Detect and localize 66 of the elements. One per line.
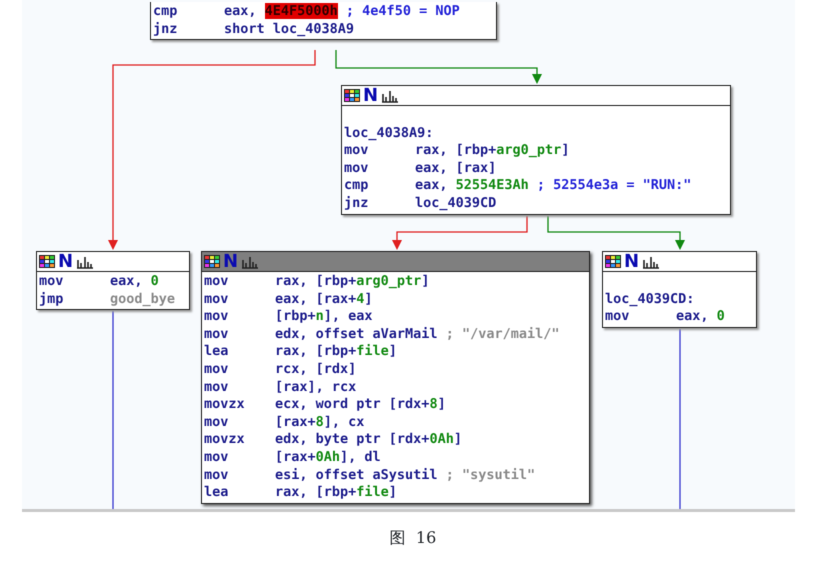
node-type-icon[interactable]: N <box>58 252 74 270</box>
figure-caption: 图 16 <box>388 527 438 549</box>
mnemonic: movzx <box>204 396 246 414</box>
comment: ; 52554e3a = "RUN:" <box>536 177 692 195</box>
operand: [rax+0Ah], dl <box>275 448 381 467</box>
mnemonic: mov <box>204 448 230 467</box>
mnemonic: lea <box>204 484 230 502</box>
comment: ; "/var/mail/" <box>446 326 560 344</box>
mnemonic: mov <box>204 378 230 396</box>
comment: ; 4e4f50 = NOP <box>346 3 460 21</box>
mnemonic: movzx <box>204 431 246 449</box>
mnemonic: mov <box>204 466 230 484</box>
code-block[interactable]: N loc_4039CD: mov eax, 0 <box>602 251 757 328</box>
operand: loc_4039CD <box>415 194 496 213</box>
operand: eax, 52554E3Ah <box>415 177 529 195</box>
operand: rax, [rbp+file] <box>275 484 397 502</box>
mnemonic: mov <box>204 273 230 291</box>
operand: [rax+8], cx <box>275 414 364 432</box>
operand: rax, [rbp+arg0_ptr] <box>415 142 570 160</box>
code-block[interactable]: N loc_4038A9: mov rax, [rbp+arg0_ptr] mov eax, [rax] cmp eax, 52554E3Ah ; 52554e3a = "RUN:" jnz loc_4039CD <box>341 85 731 215</box>
color-grid-icon[interactable] <box>39 255 55 268</box>
operand: [rax], rcx <box>275 378 356 396</box>
mnemonic: mov <box>204 326 230 344</box>
color-grid-icon[interactable] <box>204 255 220 268</box>
operand: eax, 0 <box>110 273 159 291</box>
graph-overview-icon[interactable] <box>76 254 94 268</box>
mnemonic: lea <box>204 343 230 361</box>
operand: [rbp+n], eax <box>275 308 373 326</box>
graph-overview-icon[interactable] <box>642 254 660 268</box>
code-block[interactable]: cmp eax, 4E4F5000h ; 4e4f50 = NOP jnz short loc_4038A9 <box>150 2 497 40</box>
operand: eax, 0 <box>676 308 725 326</box>
operand: esi, offset aSysutil <box>275 466 438 484</box>
mnemonic: mov <box>204 360 230 379</box>
operand: eax, [rax+4] <box>275 290 373 308</box>
mnemonic: cmp <box>344 177 370 195</box>
location-label: loc_4038A9: <box>344 124 434 142</box>
mnemonic: mov <box>344 142 370 160</box>
mnemonic: mov <box>605 308 630 326</box>
operand: eax, [rax] <box>415 160 496 178</box>
operand: good_bye <box>110 290 176 308</box>
operand: edx, offset aVarMail <box>275 326 438 344</box>
mnemonic: mov <box>204 308 230 326</box>
mnemonic: mov <box>204 290 230 308</box>
mnemonic: cmp <box>153 3 178 21</box>
mnemonic: mov <box>344 160 370 178</box>
mnemonic: jmp <box>39 290 64 308</box>
comment: ; "sysutil" <box>446 466 536 484</box>
operand: eax, 4E4F5000h <box>224 3 338 21</box>
color-grid-icon[interactable] <box>344 89 360 102</box>
mnemonic: jnz <box>153 20 178 38</box>
color-grid-icon[interactable] <box>605 255 621 268</box>
operand: ecx, word ptr [rdx+8] <box>275 396 446 414</box>
operand: edx, byte ptr [rdx+0Ah] <box>275 431 462 449</box>
mnemonic: jnz <box>344 194 370 213</box>
code-block[interactable]: N mov eax, 0 jmp good_bye <box>36 251 190 310</box>
graph-overview-icon[interactable] <box>381 88 400 102</box>
operand: rax, [rbp+arg0_ptr] <box>275 273 430 291</box>
operand: rax, [rbp+file] <box>275 343 397 361</box>
code-block[interactable] <box>201 251 590 504</box>
mnemonic: mov <box>204 414 230 432</box>
operand: rcx, [rdx] <box>275 360 356 379</box>
node-type-icon[interactable]: N <box>363 86 378 104</box>
location-label: loc_4039CD: <box>605 290 696 308</box>
mnemonic: mov <box>39 273 64 291</box>
operand: short loc_4038A9 <box>224 20 354 38</box>
node-type-icon[interactable]: N <box>624 252 640 270</box>
